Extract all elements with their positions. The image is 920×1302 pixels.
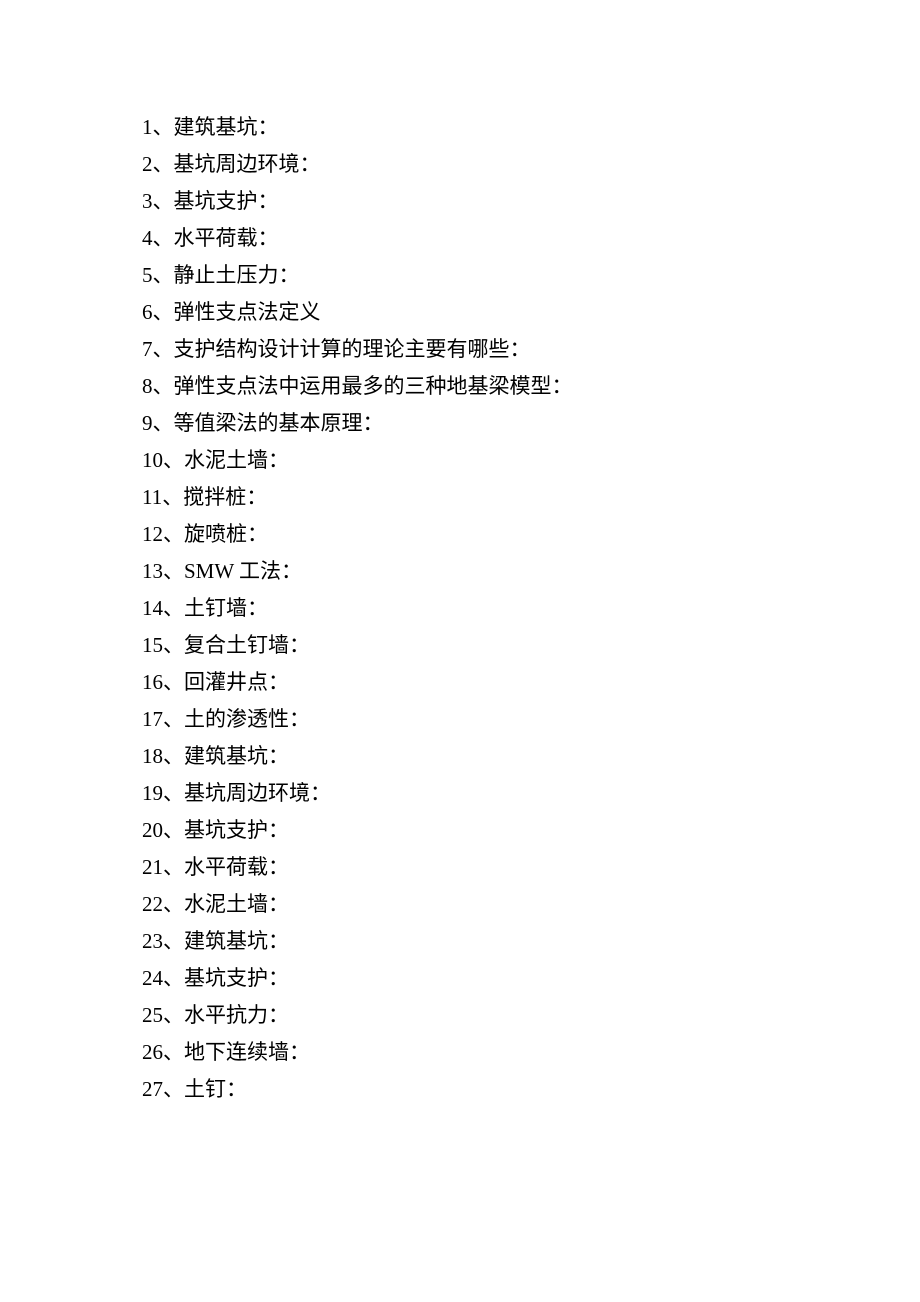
item-text: 静止土压力： (174, 263, 300, 287)
item-text: 支护结构设计计算的理论主要有哪些： (174, 337, 531, 361)
item-number: 15、 (142, 633, 184, 657)
item-text: 土的渗透性： (184, 707, 310, 731)
list-item: 12、旋喷桩： (142, 519, 820, 551)
list-item: 15、复合土钉墙： (142, 630, 820, 662)
list-item: 25、水平抗力： (142, 1000, 820, 1032)
document-page: 1、建筑基坑： 2、基坑周边环境： 3、基坑支护： 4、水平荷载： 5、静止土压… (0, 0, 920, 1106)
item-number: 2、 (142, 152, 174, 176)
item-text: 基坑周边环境： (184, 781, 331, 805)
list-item: 9、等值梁法的基本原理： (142, 408, 820, 440)
item-number: 20、 (142, 818, 184, 842)
item-text: 搅拌桩： (183, 485, 267, 509)
list-item: 26、地下连续墙： (142, 1037, 820, 1069)
item-text: 基坑支护： (184, 818, 289, 842)
item-number: 6、 (142, 300, 174, 324)
list-item: 14、土钉墙： (142, 593, 820, 625)
item-number: 19、 (142, 781, 184, 805)
item-number: 3、 (142, 189, 174, 213)
item-number: 17、 (142, 707, 184, 731)
item-number: 9、 (142, 411, 174, 435)
list-item: 2、基坑周边环境： (142, 149, 820, 181)
list-item: 19、基坑周边环境： (142, 778, 820, 810)
item-number: 7、 (142, 337, 174, 361)
item-text: 水平荷载： (174, 226, 279, 250)
item-number: 8、 (142, 374, 174, 398)
item-text: 建筑基坑： (184, 744, 289, 768)
list-item: 8、弹性支点法中运用最多的三种地基梁模型： (142, 371, 820, 403)
item-text: 土钉墙： (184, 596, 268, 620)
item-number: 26、 (142, 1040, 184, 1064)
item-text: 复合土钉墙： (184, 633, 310, 657)
list-item: 3、基坑支护： (142, 186, 820, 218)
list-item: 21、水平荷载： (142, 852, 820, 884)
item-number: 24、 (142, 966, 184, 990)
item-text: 水泥土墙： (184, 892, 289, 916)
item-text: 建筑基坑： (174, 115, 279, 139)
list-item: 24、基坑支护： (142, 963, 820, 995)
item-text: 基坑支护： (184, 966, 289, 990)
item-text: 地下连续墙： (184, 1040, 310, 1064)
definition-list: 1、建筑基坑： 2、基坑周边环境： 3、基坑支护： 4、水平荷载： 5、静止土压… (142, 112, 820, 1106)
list-item: 6、弹性支点法定义 (142, 297, 820, 329)
item-number: 16、 (142, 670, 184, 694)
item-number: 21、 (142, 855, 184, 879)
item-number: 11、 (142, 485, 183, 509)
list-item: 27、土钉： (142, 1074, 820, 1106)
list-item: 4、水平荷载： (142, 223, 820, 255)
list-item: 22、水泥土墙： (142, 889, 820, 921)
item-number: 1、 (142, 115, 174, 139)
item-text: 水泥土墙： (184, 448, 289, 472)
item-text: 土钉： (184, 1077, 247, 1101)
item-number: 12、 (142, 522, 184, 546)
item-number: 18、 (142, 744, 184, 768)
item-number: 23、 (142, 929, 184, 953)
item-number: 14、 (142, 596, 184, 620)
item-text: 等值梁法的基本原理： (174, 411, 384, 435)
item-text: 水平抗力： (184, 1003, 289, 1027)
list-item: 17、土的渗透性： (142, 704, 820, 736)
list-item: 16、回灌井点： (142, 667, 820, 699)
item-text: 基坑周边环境： (174, 152, 321, 176)
item-text: 回灌井点： (184, 670, 289, 694)
list-item: 1、建筑基坑： (142, 112, 820, 144)
list-item: 10、水泥土墙： (142, 445, 820, 477)
item-text: 基坑支护： (174, 189, 279, 213)
list-item: 5、静止土压力： (142, 260, 820, 292)
list-item: 13、SMW 工法： (142, 556, 820, 588)
item-text: 水平荷载： (184, 855, 289, 879)
list-item: 11、搅拌桩： (142, 482, 820, 514)
item-number: 22、 (142, 892, 184, 916)
item-number: 10、 (142, 448, 184, 472)
item-text: 建筑基坑： (184, 929, 289, 953)
item-number: 4、 (142, 226, 174, 250)
item-number: 13、 (142, 559, 184, 583)
item-number: 27、 (142, 1077, 184, 1101)
list-item: 7、支护结构设计计算的理论主要有哪些： (142, 334, 820, 366)
item-text: SMW 工法： (184, 559, 302, 583)
item-number: 5、 (142, 263, 174, 287)
item-text: 弹性支点法中运用最多的三种地基梁模型： (174, 374, 573, 398)
list-item: 23、建筑基坑： (142, 926, 820, 958)
list-item: 18、建筑基坑： (142, 741, 820, 773)
item-text: 旋喷桩： (184, 522, 268, 546)
list-item: 20、基坑支护： (142, 815, 820, 847)
item-number: 25、 (142, 1003, 184, 1027)
item-text: 弹性支点法定义 (174, 300, 321, 324)
